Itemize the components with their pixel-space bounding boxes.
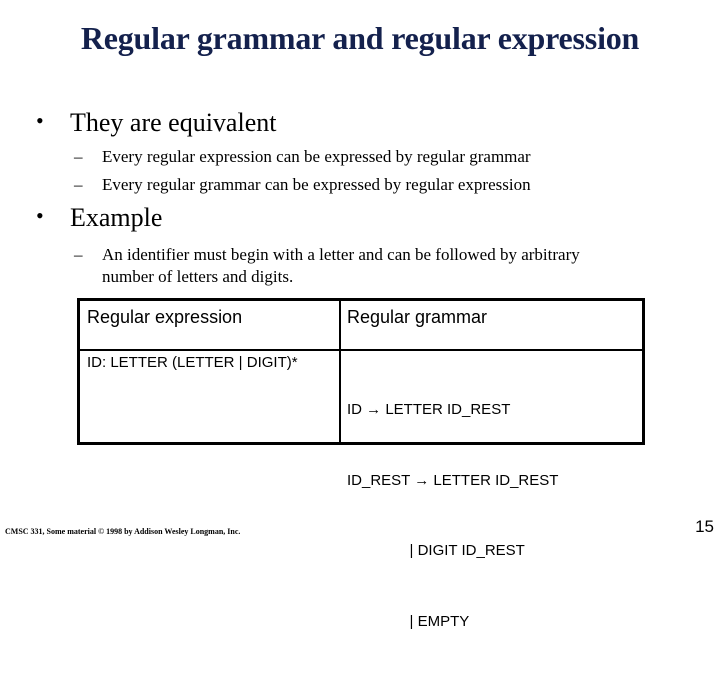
grammar-rule: ID → LETTER ID_REST xyxy=(347,401,511,418)
sub-bullet-text: number of letters and digits. xyxy=(102,267,294,286)
dash-icon: – xyxy=(74,175,83,194)
sub-bullet-text: Every regular grammar can be expressed b… xyxy=(102,175,531,194)
bullet-icon: • xyxy=(36,108,44,133)
dash-icon: – xyxy=(74,147,83,166)
dash-icon: – xyxy=(74,245,83,264)
bullet-text: Example xyxy=(70,203,163,232)
bullet-icon: • xyxy=(36,203,44,228)
grammar-rule: ID_REST → LETTER ID_REST xyxy=(347,471,559,489)
grammar-rule: | DIGIT ID_REST xyxy=(347,542,525,559)
table-cell-grammar: ID → LETTER ID_REST ID_REST → LETTER ID_… xyxy=(347,351,558,680)
grammar-rule: | EMPTY xyxy=(347,612,470,630)
sub-bullet-text: Every regular expression can be expresse… xyxy=(102,147,531,166)
table-cell-regex: ID: LETTER (LETTER | DIGIT)* xyxy=(87,354,298,371)
column-divider xyxy=(339,301,341,442)
bullet-text: They are equivalent xyxy=(70,108,277,137)
page-number: 15 xyxy=(695,517,714,536)
table-header-regex: Regular expression xyxy=(87,307,243,327)
table-header-grammar: Regular grammar xyxy=(347,307,488,327)
sub-bullet-text: An identifier must begin with a letter a… xyxy=(102,245,580,264)
slide-title: Regular grammar and regular expression xyxy=(80,20,640,56)
slide-footer: CMSC 331, Some material © 1998 by Addiso… xyxy=(5,527,241,536)
comparison-table: Regular expression Regular grammar ID: L… xyxy=(77,298,645,630)
